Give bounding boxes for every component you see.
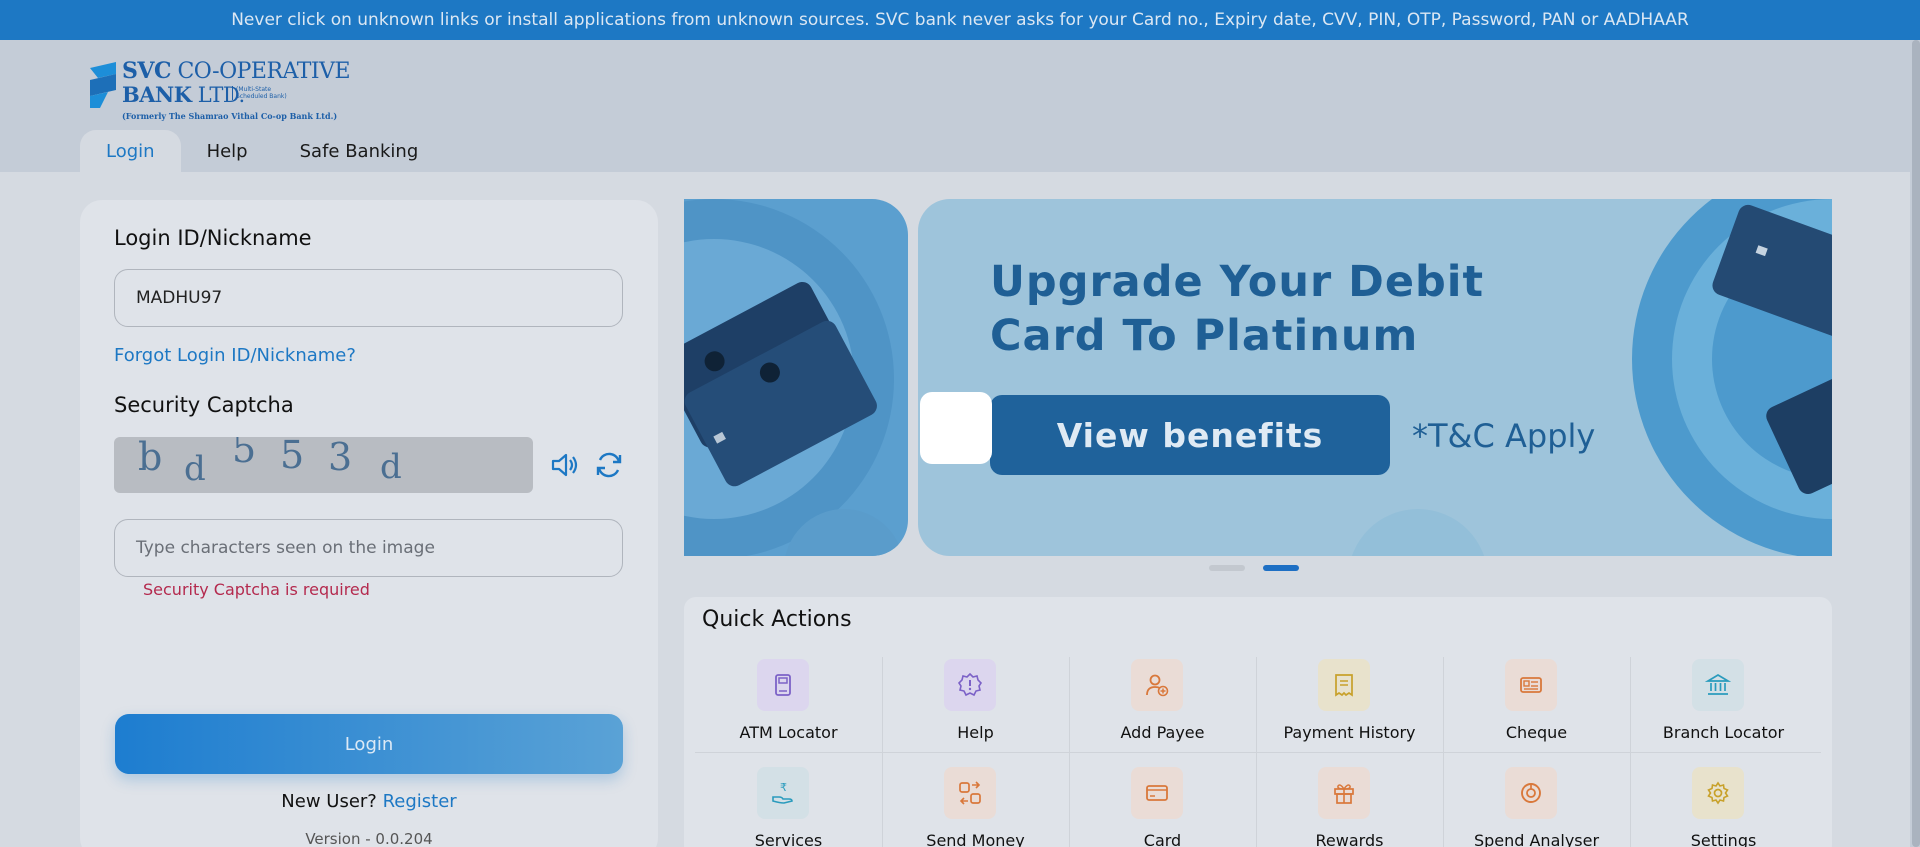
quick-action-add-payee[interactable]: Add Payee <box>1069 659 1256 767</box>
captcha-char: 5 <box>280 437 305 477</box>
logo-text-line1: SVC CO-OPERATIVE <box>122 58 351 84</box>
payment-history-icon <box>1318 659 1370 711</box>
cheque-icon <box>1505 659 1557 711</box>
quick-action-payment-history[interactable]: Payment History <box>1256 659 1443 767</box>
quick-action-cheque[interactable]: Cheque <box>1443 659 1630 767</box>
login-card: Login ID/Nickname MADHU97 Forgot Login I… <box>80 200 658 847</box>
forgot-login-id-link[interactable]: Forgot Login ID/Nickname? <box>114 345 356 366</box>
new-user-row: New User? Register <box>80 791 658 812</box>
login-id-input[interactable]: MADHU97 <box>114 269 623 327</box>
captcha-char: d <box>184 449 206 489</box>
terms-conditions-text: *T&C Apply <box>1412 417 1596 455</box>
card-icon <box>1131 767 1183 819</box>
svg-text:₹: ₹ <box>780 781 787 794</box>
view-benefits-button[interactable]: View benefits <box>990 395 1390 475</box>
carousel-previous-slide[interactable] <box>684 199 908 556</box>
debit-card-image <box>684 199 903 556</box>
carousel-overlay-box <box>920 392 992 464</box>
security-notice-text: Never click on unknown links or install … <box>231 10 1689 30</box>
tab-help[interactable]: Help <box>181 130 274 172</box>
security-notice-banner: Never click on unknown links or install … <box>0 0 1920 40</box>
tab-safe-banking[interactable]: Safe Banking <box>274 130 445 172</box>
services-icon: ₹ <box>757 767 809 819</box>
speaker-icon[interactable] <box>548 449 580 481</box>
quick-action-settings[interactable]: Settings <box>1630 767 1817 847</box>
captcha-input[interactable]: Type characters seen on the image <box>114 519 623 577</box>
carousel-dot-1[interactable] <box>1209 565 1245 571</box>
captcha-char: 3 <box>328 437 353 479</box>
bank-logo-mark-icon <box>90 62 116 108</box>
login-id-label: Login ID/Nickname <box>114 226 312 250</box>
add-payee-icon <box>1131 659 1183 711</box>
tab-login[interactable]: Login <box>80 130 181 172</box>
send-money-icon <box>944 767 996 819</box>
captcha-char: 5 <box>232 437 257 471</box>
quick-action-rewards[interactable]: Rewards <box>1256 767 1443 847</box>
quick-action-services[interactable]: ₹ Services <box>695 767 882 847</box>
logo-subtext: (Multi-State Scheduled Bank) <box>232 86 292 100</box>
quick-action-spend-analyser[interactable]: Spend Analyser <box>1443 767 1630 847</box>
platinum-card-image <box>1351 199 1832 556</box>
version-text: Version - 0.0.204 <box>305 830 433 847</box>
refresh-icon[interactable] <box>593 449 625 481</box>
rewards-icon <box>1318 767 1370 819</box>
logo-text-line2: BANK LTD. <box>122 82 245 107</box>
quick-actions-title: Quick Actions <box>702 607 852 632</box>
help-icon <box>944 659 996 711</box>
nav-tabs: Login Help Safe Banking <box>80 130 444 172</box>
settings-icon <box>1692 767 1744 819</box>
carousel-active-slide[interactable]: Upgrade Your Debit Card To Platinum View… <box>918 199 1832 556</box>
quick-action-help[interactable]: Help <box>882 659 1069 767</box>
captcha-char: d <box>380 447 402 487</box>
page-scrollbar-thumb[interactable] <box>1912 40 1920 847</box>
security-captcha-label: Security Captcha <box>114 393 294 417</box>
header: SVC CO-OPERATIVE BANK LTD. (Multi-State … <box>0 40 1920 172</box>
quick-actions-panel: Quick Actions ATM Locator Help Add Payee… <box>684 597 1832 847</box>
quick-action-atm-locator[interactable]: ATM Locator <box>695 659 882 767</box>
quick-action-branch-locator[interactable]: Branch Locator <box>1630 659 1817 767</box>
logo-formerly-text: (Formerly The Shamrao Vithal Co-op Bank … <box>122 111 338 121</box>
banner-title: Upgrade Your Debit Card To Platinum <box>990 257 1485 361</box>
register-link[interactable]: Register <box>383 791 457 812</box>
quick-action-card[interactable]: Card <box>1069 767 1256 847</box>
atm-icon <box>757 659 809 711</box>
bank-logo[interactable]: SVC CO-OPERATIVE BANK LTD. (Multi-State … <box>86 56 351 121</box>
bank-building-icon <box>1692 659 1744 711</box>
new-user-text: New User? <box>281 791 377 812</box>
captcha-char: b <box>138 437 163 479</box>
captcha-image: b d 5 5 3 d <box>114 437 533 493</box>
spend-analyser-icon <box>1505 767 1557 819</box>
captcha-error-text: Security Captcha is required <box>143 580 370 599</box>
carousel-dot-2[interactable] <box>1263 565 1299 571</box>
quick-action-send-money[interactable]: Send Money <box>882 767 1069 847</box>
login-button[interactable]: Login <box>115 714 623 774</box>
